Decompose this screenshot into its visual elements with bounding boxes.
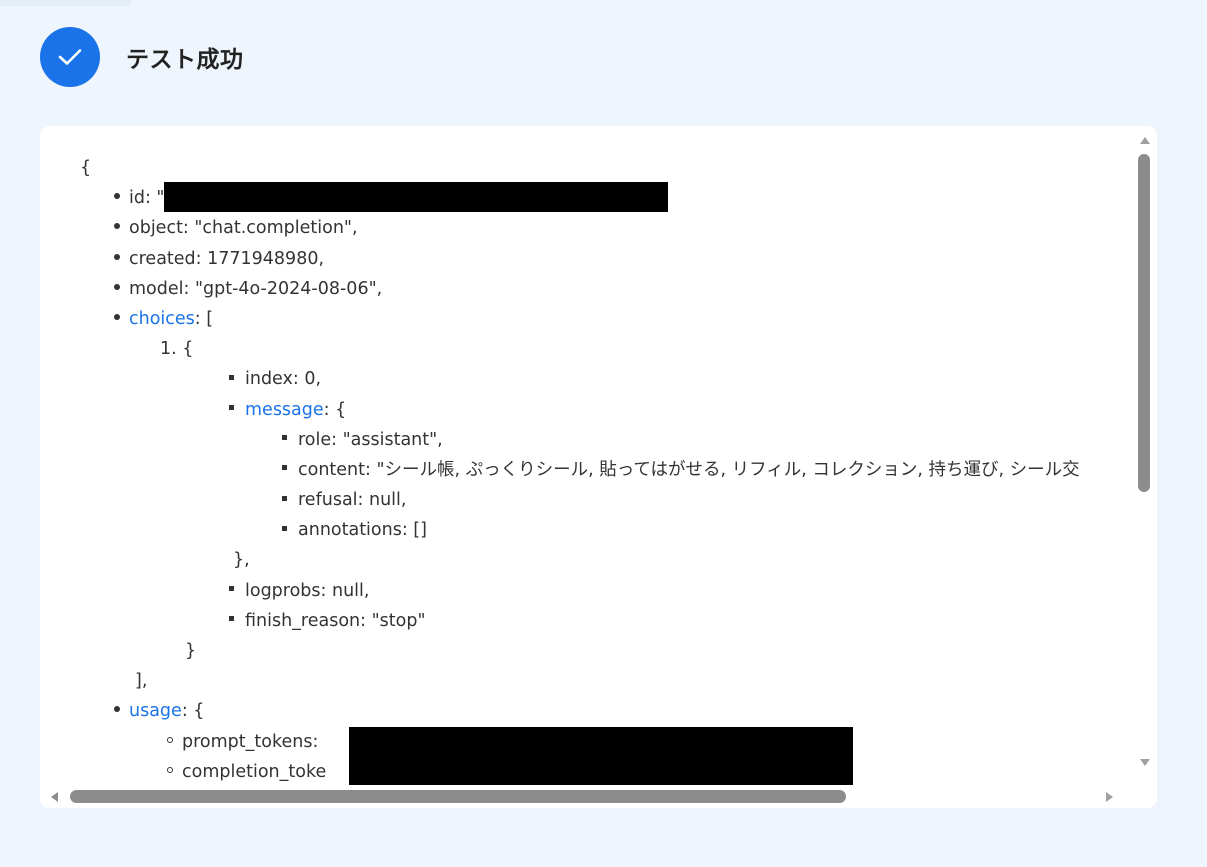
json-field-logprobs: logprobs: null, <box>80 576 1080 606</box>
scrollbar-corner <box>1133 786 1157 808</box>
circle-bullet-icon <box>167 736 173 743</box>
square-bullet-icon <box>229 616 234 622</box>
choices-key-link[interactable]: choices <box>129 309 195 329</box>
header-title: テスト成功 <box>126 47 244 73</box>
json-field-model: model: "gpt-4o-2024-08-06", <box>80 274 1080 304</box>
content-text: content: "シール帳, ぷっくりシール, 貼ってはがせる, リフィル, … <box>298 459 1080 480</box>
created-text: created: 1771948980, <box>129 248 325 269</box>
horizontal-scrollbar[interactable] <box>40 786 1133 808</box>
message-close-text: }, <box>233 550 250 571</box>
role-text: role: "assistant", <box>298 429 443 450</box>
square-bullet-icon <box>229 586 234 592</box>
choices-close-text: ], <box>135 671 148 692</box>
disc-bullet-icon <box>114 223 120 230</box>
json-field-index: index: 0, <box>80 364 1080 394</box>
json-field-usage: usage: { <box>80 696 1080 726</box>
square-bullet-icon <box>282 435 287 441</box>
item-number-text: 1. { <box>160 339 194 360</box>
annotations-text: annotations: [] <box>298 520 427 541</box>
json-field-created: created: 1771948980, <box>80 244 1080 274</box>
scroll-down-arrow-icon[interactable] <box>1140 759 1150 766</box>
usage-key-link[interactable]: usage <box>129 701 182 721</box>
square-bullet-icon <box>282 465 287 471</box>
message-close: }, <box>80 545 1080 575</box>
disc-bullet-icon <box>114 706 120 713</box>
json-field-id: id: " <box>80 182 1080 213</box>
message-key-link[interactable]: message <box>245 400 324 420</box>
prompt-tokens-label: prompt_tokens: <box>182 731 319 752</box>
model-text: model: "gpt-4o-2024-08-06", <box>129 278 383 299</box>
square-bullet-icon <box>282 525 287 531</box>
json-field-choices: choices: [ <box>80 304 1080 334</box>
disc-bullet-icon <box>114 283 120 290</box>
item-close-text: } <box>185 641 197 661</box>
json-field-annotations: annotations: [] <box>80 515 1080 545</box>
vertical-scrollbar[interactable] <box>1133 126 1157 786</box>
json-field-content: content: "シール帳, ぷっくりシール, 貼ってはがせる, リフィル, … <box>80 455 1080 485</box>
disc-bullet-icon <box>114 193 120 200</box>
json-field-finish-reason: finish_reason: "stop" <box>80 606 1080 636</box>
usage-open: : { <box>181 701 205 722</box>
square-bullet-icon <box>229 374 234 380</box>
square-bullet-icon <box>282 495 287 501</box>
json-field-refusal: refusal: null, <box>80 485 1080 515</box>
choices-item-number: 1. { <box>80 334 1080 364</box>
success-check-badge <box>40 27 100 87</box>
message-open: : { <box>323 399 347 420</box>
json-viewport[interactable]: { id: " object: "chat.completion", creat… <box>40 126 1133 786</box>
choices-close: ], <box>80 666 1080 696</box>
disc-bullet-icon <box>114 253 120 260</box>
horizontal-scroll-thumb[interactable] <box>70 790 846 803</box>
id-label: id: " <box>129 188 165 209</box>
logprobs-text: logprobs: null, <box>245 580 370 601</box>
json-field-object: object: "chat.completion", <box>80 213 1080 243</box>
completion-tokens-label: completion_toke <box>182 761 327 782</box>
redacted-usage-values <box>349 727 853 785</box>
scroll-right-arrow-icon[interactable] <box>1106 792 1113 802</box>
open-brace: { <box>80 158 92 178</box>
disc-bullet-icon <box>114 313 120 320</box>
refusal-text: refusal: null, <box>298 490 407 511</box>
redacted-id-value <box>164 182 669 213</box>
circle-bullet-icon <box>167 766 173 773</box>
finish-reason-text: finish_reason: "stop" <box>245 610 426 631</box>
scroll-left-arrow-icon[interactable] <box>51 792 58 802</box>
json-response-panel: { id: " object: "chat.completion", creat… <box>40 126 1157 808</box>
scroll-up-arrow-icon[interactable] <box>1140 137 1150 144</box>
json-tree: { id: " object: "chat.completion", creat… <box>80 153 1080 786</box>
choices-item-close: } <box>80 636 1080 666</box>
choices-open: : [ <box>194 308 214 329</box>
check-icon <box>58 49 82 65</box>
index-text: index: 0, <box>245 369 322 390</box>
json-field-message: message: { <box>80 395 1080 425</box>
object-text: object: "chat.completion", <box>129 218 358 239</box>
top-tab-edge <box>0 0 132 6</box>
json-open-brace: { <box>80 153 1080 183</box>
vertical-scroll-thumb[interactable] <box>1138 154 1150 492</box>
square-bullet-icon <box>229 405 234 410</box>
test-result-header: テスト成功 <box>40 27 244 87</box>
json-field-role: role: "assistant", <box>80 425 1080 455</box>
